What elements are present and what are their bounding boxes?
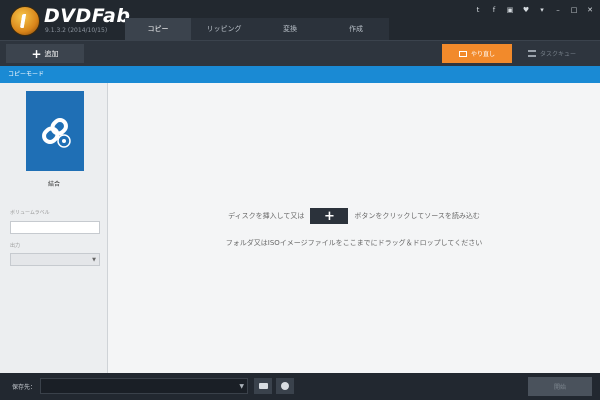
menu-icon[interactable]: ▾ [538,6,546,14]
twitter-icon[interactable]: t [474,6,482,14]
add-source-button[interactable]: + 追加 [6,44,84,63]
app-version: 9.1.3.2 (2014/10/15) [45,27,108,34]
window-controls: t f ▣ ♥ ▾ – □ ✕ [474,6,594,14]
makeover-button-label: やり直し [470,51,495,58]
mode-name-label: 結合 [47,181,60,188]
tab-copy[interactable]: コピー [125,18,191,40]
restore-icon[interactable]: □ [570,6,578,14]
screen-icon [458,50,467,57]
save-iso-button[interactable] [276,378,294,394]
chain-link-icon [42,118,71,148]
youtube-icon[interactable]: ▣ [506,6,514,14]
folder-icon [258,383,268,389]
facebook-icon[interactable]: f [490,6,498,14]
main-tabs: コピー リッピング 変換 作成 [125,18,389,40]
task-queue-label: タスクキュー [540,51,577,58]
heart-icon[interactable]: ♥ [522,6,530,14]
app-brand: DVDFab [44,5,131,27]
save-to-label: 保存先： [12,384,37,391]
save-path-field[interactable]: ▼ [40,378,248,394]
start-button[interactable]: 開始 [528,377,592,396]
add-button-label: 追加 [44,49,59,58]
merge-mode-card[interactable] [26,91,84,171]
close-icon[interactable]: ✕ [586,6,594,14]
bottom-bar: 保存先： ▼ 開始 [0,373,600,400]
output-caption: 出力 [10,243,21,249]
add-source-inline-button[interactable]: + [310,208,349,224]
plus-icon: + [31,46,42,61]
browse-folder-button[interactable] [254,378,272,394]
dvdfab-logo-icon [10,6,40,36]
minimize-icon[interactable]: – [554,6,562,14]
task-queue-button[interactable]: タスクキュー [522,44,594,63]
tab-ripping[interactable]: リッピング [191,18,257,40]
chevron-down-icon: ▼ [92,257,96,263]
instruction-text-before: ディスクを挿入して又は [228,212,305,220]
copy-mode-bar[interactable]: コピーモード [0,66,600,83]
makeover-button[interactable]: やり直し [442,44,512,63]
disc-icon [281,382,289,390]
instruction-line-1: ディスクを挿入して又は + ボタンをクリックしてソースを読み込む [108,208,600,224]
volume-label-field[interactable] [10,221,100,234]
source-drop-area[interactable]: ディスクを挿入して又は + ボタンをクリックしてソースを読み込む フォルダ又はI… [108,83,600,373]
chevron-down-icon[interactable]: ▼ [239,383,244,390]
title-bar: DVDFab 9.1.3.2 (2014/10/15) コピー リッピング 変換… [0,0,600,40]
tab-create[interactable]: 作成 [323,18,389,40]
output-select[interactable]: ▼ [10,253,100,266]
volume-label-caption: ボリュームラベル [10,210,50,216]
list-icon [528,50,536,57]
instruction-text-after: ボタンをクリックしてソースを読み込む [354,212,480,220]
tab-convert[interactable]: 変換 [257,18,323,40]
left-panel: 結合 ボリュームラベル 出力 ▼ [0,83,108,373]
instruction-line-2: フォルダ又はISOイメージファイルをここまでにドラッグ＆ドロップしてください [225,239,483,247]
toolbar: + 追加 やり直し タスクキュー [0,40,600,66]
